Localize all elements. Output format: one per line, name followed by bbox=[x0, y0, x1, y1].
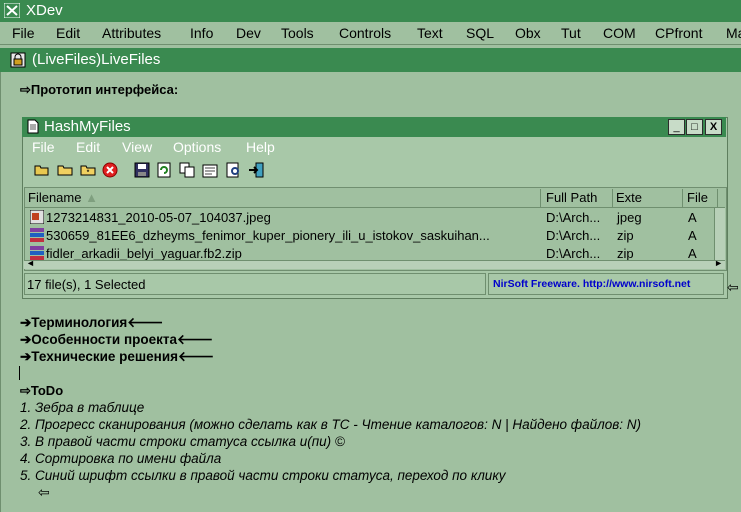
hmf-menu-view[interactable]: View bbox=[122, 139, 152, 155]
cell-attr: A bbox=[688, 246, 697, 261]
column-header-file[interactable]: File bbox=[685, 189, 718, 207]
column-header-full-path[interactable]: Full Path bbox=[544, 189, 613, 207]
todo-label: ⇨ToDo bbox=[20, 383, 64, 398]
status-bar: 17 file(s), 1 Selected NirSoft Freeware.… bbox=[24, 273, 725, 295]
hashmyfiles-titlebar[interactable]: HashMyFiles _ □ X bbox=[22, 117, 726, 137]
menu-cpfront[interactable]: CPfront bbox=[655, 25, 702, 41]
status-count-panel: 17 file(s), 1 Selected bbox=[24, 273, 486, 295]
cell-filename: 530659_81EE6_dzheyms_fenimor_kuper_pione… bbox=[46, 228, 490, 243]
refresh-icon[interactable] bbox=[156, 162, 172, 178]
image-file-icon bbox=[30, 210, 44, 224]
hmf-menu-file[interactable]: File bbox=[32, 139, 55, 155]
hashmyfiles-title: HashMyFiles bbox=[44, 118, 131, 135]
cell-path: D:\Arch... bbox=[546, 228, 601, 243]
app-icon bbox=[4, 3, 20, 18]
delete-icon[interactable] bbox=[102, 162, 118, 178]
folder-star-icon[interactable] bbox=[80, 162, 96, 178]
exit-icon[interactable] bbox=[248, 162, 264, 178]
cell-ext: zip bbox=[617, 228, 634, 243]
menu-info[interactable]: Info bbox=[190, 25, 213, 41]
link-terminology[interactable]: ➔Терминология🡐 bbox=[20, 315, 163, 331]
menu-tools[interactable]: Tools bbox=[281, 25, 314, 41]
cell-attr: A bbox=[688, 228, 697, 243]
archive-file-icon bbox=[30, 228, 44, 242]
inner-window-titlebar[interactable]: (LiveFiles)LiveFiles bbox=[0, 48, 741, 72]
cell-attr: A bbox=[688, 210, 697, 225]
todo-item: 3. В правой части строки статуса ссылка … bbox=[20, 434, 345, 449]
header-divider bbox=[24, 207, 725, 208]
app-titlebar[interactable]: XDev bbox=[0, 0, 741, 22]
menu-more[interactable]: Ma bbox=[726, 25, 741, 41]
nirsoft-link[interactable]: NirSoft Freeware. http://www.nirsoft.net bbox=[493, 278, 690, 290]
folder-icon[interactable] bbox=[57, 162, 73, 178]
end-arrow-icon: ⇦ bbox=[38, 484, 50, 500]
copy-icon[interactable] bbox=[179, 162, 195, 178]
cell-filename: fidler_arkadii_belyi_yaguar.fb2.zip bbox=[46, 246, 242, 261]
todo-item: 4. Сортировка по имени файла bbox=[20, 451, 222, 466]
document-lock-icon bbox=[10, 52, 26, 68]
hmf-menu-help[interactable]: Help bbox=[246, 139, 275, 155]
text-cursor bbox=[19, 366, 20, 380]
vertical-scrollbar[interactable] bbox=[714, 208, 725, 260]
maximize-button[interactable]: □ bbox=[686, 119, 703, 135]
cell-filename: 1273214831_2010-05-07_104037.jpeg bbox=[46, 210, 271, 225]
menu-controls[interactable]: Controls bbox=[339, 25, 391, 41]
find-icon[interactable] bbox=[226, 162, 242, 178]
close-button[interactable]: X bbox=[705, 119, 722, 135]
hmf-menu-options[interactable]: Options bbox=[173, 139, 221, 155]
cell-path: D:\Arch... bbox=[546, 210, 601, 225]
document-icon bbox=[27, 119, 39, 134]
column-header-extension[interactable]: Exte bbox=[614, 189, 683, 207]
inner-window-title: (LiveFiles)LiveFiles bbox=[32, 51, 161, 68]
hmf-menu-edit[interactable]: Edit bbox=[76, 139, 100, 155]
app-title: XDev bbox=[26, 2, 63, 19]
todo-item: 5. Синий шрифт ссылки в правой части стр… bbox=[20, 468, 506, 483]
menu-sql[interactable]: SQL bbox=[466, 25, 494, 41]
status-count: 17 file(s), 1 Selected bbox=[27, 277, 146, 292]
table-row[interactable]: 530659_81EE6_dzheyms_fenimor_kuper_pione… bbox=[24, 227, 714, 244]
prototype-label: ⇨Прототип интерфейса: bbox=[20, 82, 179, 97]
status-link-panel: NirSoft Freeware. http://www.nirsoft.net bbox=[488, 273, 724, 295]
link-technical-solutions[interactable]: ➔Технические решения🡐 bbox=[20, 349, 214, 365]
table-row[interactable]: 1273214831_2010-05-07_104037.jpeg D:\Arc… bbox=[24, 209, 714, 226]
menu-obx[interactable]: Obx bbox=[515, 25, 541, 41]
cell-path: D:\Arch... bbox=[546, 246, 601, 261]
menu-dev[interactable]: Dev bbox=[236, 25, 261, 41]
scroll-left-icon[interactable]: ◄ bbox=[26, 258, 35, 268]
menubar: File Edit Attributes Info Dev Tools Cont… bbox=[0, 22, 741, 45]
menu-tut[interactable]: Tut bbox=[561, 25, 581, 41]
menu-attributes[interactable]: Attributes bbox=[102, 25, 161, 41]
link-project-features[interactable]: ➔Особенности проекта🡐 bbox=[20, 332, 213, 348]
scroll-right-icon[interactable]: ► bbox=[714, 258, 723, 268]
cell-ext: zip bbox=[617, 246, 634, 261]
sort-arrow-icon: ▲ bbox=[85, 190, 98, 205]
properties-icon[interactable] bbox=[202, 162, 218, 178]
menu-file[interactable]: File bbox=[12, 25, 35, 41]
todo-item: 2. Прогресс сканирования (можно сделать … bbox=[20, 417, 641, 432]
open-folder-icon[interactable] bbox=[34, 162, 50, 178]
horizontal-scrollbar[interactable]: ◄ ► bbox=[24, 258, 725, 269]
column-header-filename[interactable]: Filename ▲ bbox=[28, 189, 541, 207]
menu-edit[interactable]: Edit bbox=[56, 25, 80, 41]
menu-text[interactable]: Text bbox=[417, 25, 443, 41]
cell-ext: jpeg bbox=[617, 210, 642, 225]
todo-item: 1. Зебра в таблице bbox=[20, 400, 145, 415]
save-icon[interactable] bbox=[134, 162, 150, 178]
side-arrow-icon: ⇦ bbox=[727, 279, 739, 295]
minimize-button[interactable]: _ bbox=[668, 119, 685, 135]
menu-com[interactable]: COM bbox=[603, 25, 636, 41]
